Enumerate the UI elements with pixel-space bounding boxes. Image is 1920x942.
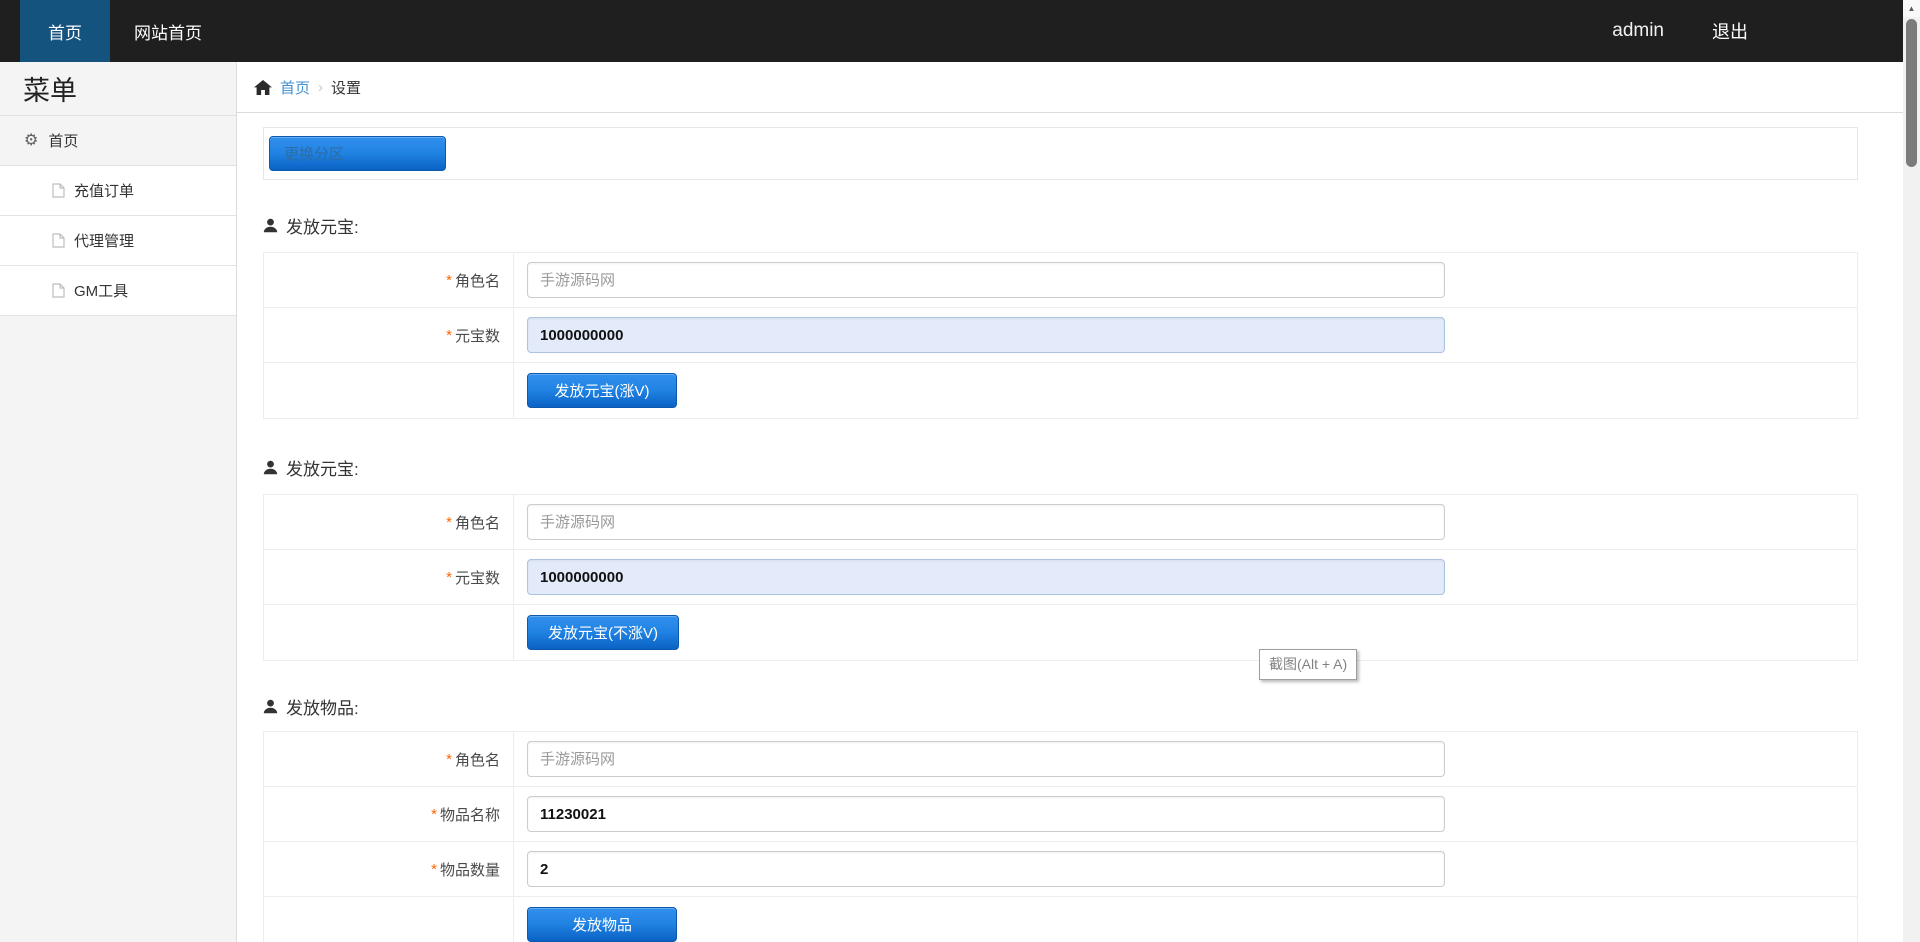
required-asterisk: * [446,751,452,768]
scrollbar-up-arrow-icon[interactable]: ▲ [1903,0,1920,17]
section-title-text: 发放物品: [286,694,359,719]
item-quantity-input[interactable] [527,851,1445,887]
role-name-input[interactable] [527,741,1445,777]
file-icon [52,183,65,198]
person-icon [263,460,278,475]
required-asterisk: * [446,569,452,586]
form-row-item-name: * 物品名称 [264,787,1857,842]
sidebar-item-home-label: 首页 [48,130,78,151]
required-asterisk: * [446,514,452,531]
nav-tab-home-label: 首页 [48,19,82,44]
grant-items-button[interactable]: 发放物品 [527,907,677,942]
sidebar-item-gm-tools[interactable]: GM工具 [0,266,236,316]
field-label: * 物品名称 [264,787,514,841]
top-navbar: 首页 网站首页 admin 退出 [0,0,1920,62]
field-label: * 物品数量 [264,842,514,896]
field-label: * 元宝数 [264,308,514,362]
required-asterisk: * [431,861,437,878]
form-row-yuanbao-amount: * 元宝数 [264,550,1857,605]
form-row-role-name: * 角色名 [264,253,1857,308]
vertical-scrollbar[interactable]: ▲ [1903,0,1920,942]
grant-items-form: * 角色名 * 物品名称 [263,731,1858,942]
section-title-text: 发放元宝: [286,455,359,480]
form-row-role-name: * 角色名 [264,495,1857,550]
change-zone-button[interactable]: 更换分区 [269,136,446,171]
file-icon [52,233,65,248]
role-name-input[interactable] [527,262,1445,298]
form-row-yuanbao-amount: * 元宝数 [264,308,1857,363]
file-icon [52,283,65,298]
chevron-right-icon: › [318,79,323,96]
breadcrumb-current-page: 设置 [331,77,361,98]
breadcrumb-home-link[interactable]: 首页 [280,77,310,98]
yuanbao-amount-input[interactable] [527,317,1445,353]
nav-tab-website-home[interactable]: 网站首页 [110,0,226,62]
content: 更换分区 发放元宝: * 角色名 [237,113,1920,942]
section-title-text: 发放元宝: [286,213,359,238]
sidebar-item-recharge-orders[interactable]: 充值订单 [0,166,236,216]
grant-yuanbao-no-vip-button[interactable]: 发放元宝(不涨V) [527,615,679,650]
change-zone-panel: 更换分区 [263,127,1858,180]
form-row-item-quantity: * 物品数量 [264,842,1857,897]
sidebar-item-home[interactable]: ⚙ 首页 [0,116,236,166]
field-label: * 角色名 [264,732,514,786]
role-name-input[interactable] [527,504,1445,540]
nav-tab-website-home-label: 网站首页 [134,19,202,44]
form-row-role-name: * 角色名 [264,732,1857,787]
scrollbar-thumb[interactable] [1906,19,1917,167]
grant-yuanbao-form-1: * 角色名 * 元宝数 [263,252,1858,419]
sidebar: 菜单 ⚙ 首页 充值订单 代理管理 GM工具 [0,62,237,942]
grant-yuanbao-form-2: * 角色名 * 元宝数 [263,494,1858,661]
sidebar-item-agent-management[interactable]: 代理管理 [0,216,236,266]
sidebar-item-recharge-orders-label: 充值订单 [74,180,134,201]
field-label: * 角色名 [264,253,514,307]
breadcrumb: 首页 › 设置 [237,62,1920,113]
navbar-right-group: admin 退出 [1612,0,1920,62]
section-title-grant-yuanbao-1: 发放元宝: [263,213,1875,238]
required-asterisk: * [446,327,452,344]
sidebar-title: 菜单 [0,62,236,116]
nav-tab-home[interactable]: 首页 [20,0,110,62]
grant-yuanbao-raise-vip-button[interactable]: 发放元宝(涨V) [527,373,677,408]
form-row-submit: 发放元宝(涨V) [264,363,1857,418]
yuanbao-amount-input[interactable] [527,559,1445,595]
form-row-submit: 发放元宝(不涨V) [264,605,1857,660]
required-asterisk: * [446,272,452,289]
section-title-grant-yuanbao-2: 发放元宝: [263,455,1875,480]
main-area: 首页 › 设置 更换分区 发放元宝: * 角色名 [237,62,1920,942]
person-icon [263,699,278,714]
field-label: * 角色名 [264,495,514,549]
field-label: * 元宝数 [264,550,514,604]
home-icon [254,80,272,95]
logged-in-username: admin [1612,20,1664,42]
form-row-submit: 发放物品 [264,897,1857,942]
screenshot-tooltip: 截图(Alt + A) [1259,649,1357,680]
item-name-input[interactable] [527,796,1445,832]
person-icon [263,218,278,233]
sidebar-item-gm-tools-label: GM工具 [74,280,128,301]
sidebar-item-agent-management-label: 代理管理 [74,230,134,251]
required-asterisk: * [431,806,437,823]
gear-icon: ⚙ [24,133,38,149]
section-title-grant-items: 发放物品: [263,694,1875,719]
logout-button[interactable]: 退出 [1712,18,1748,44]
